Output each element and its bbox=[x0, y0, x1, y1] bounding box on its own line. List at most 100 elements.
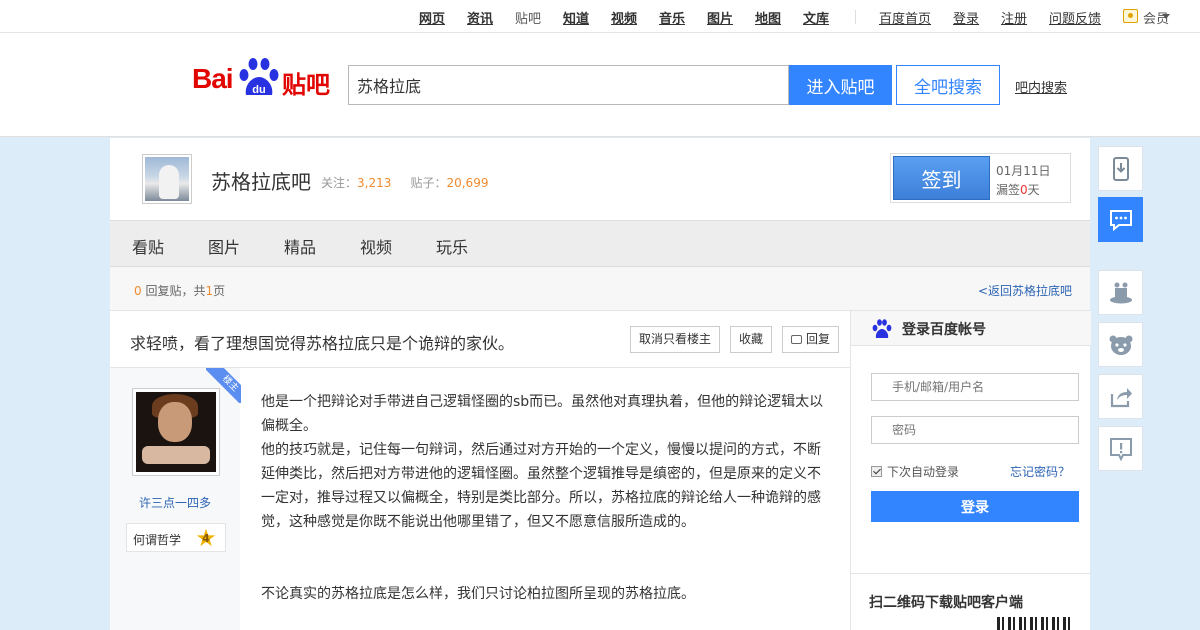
nav-baidu-home[interactable]: 百度首页 bbox=[879, 8, 931, 27]
forum-tabs: 看贴 图片 精品 视频 玩乐 bbox=[110, 220, 1090, 267]
login-sidebar: 登录百度帐号 下次自动登录 忘记密码？ 登录 扫二维码下载贴吧客户端 bbox=[850, 311, 1091, 630]
share-icon bbox=[1110, 388, 1132, 408]
auto-login-label: 下次自动登录 bbox=[887, 465, 960, 479]
post-paragraph: 不论真实的苏格拉底是怎么样，我们只讨论柏拉图所呈现的苏格拉底。 bbox=[261, 586, 695, 602]
nav-wenku[interactable]: 文库 bbox=[803, 8, 829, 27]
only-owner-button[interactable]: 取消只看楼主 bbox=[630, 326, 721, 353]
nav-login[interactable]: 登录 bbox=[953, 8, 979, 27]
nav-image[interactable]: 图片 bbox=[707, 8, 733, 27]
baidu-tieba-logo[interactable]: Bai du 贴吧 bbox=[192, 55, 332, 105]
follow-label: 关注： bbox=[321, 176, 358, 190]
download-icon bbox=[1113, 157, 1129, 181]
nav-video[interactable]: 视频 bbox=[611, 8, 637, 27]
tab-fun[interactable]: 玩乐 bbox=[436, 234, 468, 258]
posts-count: 20,699 bbox=[446, 176, 489, 190]
level-name: 何谓哲学 bbox=[133, 533, 182, 547]
search-input[interactable] bbox=[348, 65, 789, 105]
forgot-password-link[interactable]: 忘记密码？ bbox=[1010, 463, 1070, 480]
divider bbox=[851, 573, 1091, 574]
bear-icon bbox=[1109, 335, 1133, 355]
download-app-button[interactable] bbox=[1098, 146, 1143, 191]
magic-hat-icon bbox=[1110, 282, 1132, 304]
post-content: 他是一个把辩论对手带进自己逻辑怪圈的sb而已。虽然他对真理执着，但他的辩论逻辑太… bbox=[261, 390, 833, 606]
back-to-forum-link[interactable]: <返回苏格拉底吧 bbox=[978, 282, 1072, 299]
author-level-badge[interactable]: 何谓哲学 ★ 4 bbox=[126, 523, 226, 552]
chat-button[interactable] bbox=[1098, 197, 1143, 242]
sign-in-box: 签到 01月11日 漏签0天 bbox=[890, 153, 1071, 203]
report-icon bbox=[1110, 438, 1132, 462]
reply-button-label: 回复 bbox=[806, 332, 831, 346]
post-title-bar: 求轻喷，看了理想国觉得苏格拉底只是个诡辩的家伙。 取消只看楼主 收藏 回复 bbox=[110, 311, 850, 368]
chevron-down-icon[interactable] bbox=[1162, 14, 1170, 19]
nav-zhidao[interactable]: 知道 bbox=[563, 8, 589, 27]
nav-news[interactable]: 资讯 bbox=[467, 8, 493, 27]
page-count: 1 bbox=[205, 284, 214, 298]
report-button[interactable] bbox=[1098, 426, 1143, 471]
auto-login-checkbox[interactable]: 下次自动登录 bbox=[871, 463, 959, 480]
nav-divider bbox=[855, 10, 856, 24]
post-paragraph: 他的技巧就是，记住每一句辩词，然后通过对方开始的一个定义，慢慢以提问的方式，不断… bbox=[261, 442, 821, 530]
reply-mid: 回复贴，共 bbox=[145, 284, 206, 298]
username-input[interactable] bbox=[871, 373, 1079, 401]
nav-tieba[interactable]: 贴吧 bbox=[515, 8, 541, 27]
qr-title: 扫二维码下载贴吧客户端 bbox=[869, 595, 1023, 611]
miss-prefix: 漏签 bbox=[996, 183, 1021, 197]
statue-image bbox=[145, 157, 189, 201]
paw-icon bbox=[872, 319, 892, 338]
sign-date: 01月11日 bbox=[996, 164, 1051, 178]
magic-button[interactable] bbox=[1098, 270, 1143, 315]
search-in-forum-link[interactable]: 吧内搜索 bbox=[1015, 77, 1067, 96]
enter-tieba-button[interactable]: 进入贴吧 bbox=[789, 65, 892, 105]
main-content: 苏格拉底吧 关注：3,213 贴子：20,699 签到 01月11日 漏签0天 … bbox=[110, 138, 1091, 630]
owner-badge: 楼主 bbox=[206, 368, 241, 403]
checkbox-checked-icon[interactable] bbox=[871, 466, 882, 477]
author-name[interactable]: 许三点一四多 bbox=[110, 494, 240, 511]
nav-music[interactable]: 音乐 bbox=[659, 8, 685, 27]
reply-count: 0 bbox=[134, 284, 142, 298]
nav-register[interactable]: 注册 bbox=[1001, 8, 1027, 27]
sign-in-button[interactable]: 签到 bbox=[893, 156, 990, 200]
tab-featured[interactable]: 精品 bbox=[284, 234, 316, 258]
tab-images[interactable]: 图片 bbox=[208, 234, 240, 258]
post-title: 求轻喷，看了理想国觉得苏格拉底只是个诡辩的家伙。 bbox=[130, 334, 515, 353]
author-column: 许三点一四多 何谓哲学 ★ 4 bbox=[110, 368, 240, 630]
follow-count: 3,213 bbox=[357, 176, 392, 190]
nav-feedback[interactable]: 问题反馈 bbox=[1049, 8, 1101, 27]
owner-ribbon: 楼主 bbox=[206, 368, 241, 403]
reply-icon bbox=[791, 335, 802, 344]
post-paragraph: 他是一个把辩论对手带进自己逻辑怪圈的sb而已。虽然他对真理执着，但他的辩论逻辑太… bbox=[261, 394, 824, 434]
paw-icon: du bbox=[239, 58, 279, 96]
search-all-button[interactable]: 全吧搜索 bbox=[896, 65, 1000, 105]
logo-du-text: du bbox=[252, 84, 265, 96]
nav-map[interactable]: 地图 bbox=[755, 8, 781, 27]
favorite-button[interactable]: 收藏 bbox=[730, 326, 773, 353]
nav-web[interactable]: 网页 bbox=[419, 8, 445, 27]
author-photo bbox=[136, 392, 216, 472]
login-header: 登录百度帐号 bbox=[851, 311, 1091, 346]
miss-suffix: 天 bbox=[1027, 183, 1040, 197]
password-input[interactable] bbox=[871, 416, 1079, 444]
forum-avatar[interactable] bbox=[142, 154, 192, 204]
level-number: 4 bbox=[202, 532, 210, 545]
bear-button[interactable] bbox=[1098, 322, 1143, 367]
top-nav: 网页 资讯 贴吧 知道 视频 音乐 图片 地图 文库 百度首页 登录 注册 问题… bbox=[0, 0, 1200, 33]
tab-video[interactable]: 视频 bbox=[360, 234, 392, 258]
miss-days: 0 bbox=[1020, 183, 1028, 197]
share-button[interactable] bbox=[1098, 374, 1143, 419]
reply-info: 0 回复贴，共1页 bbox=[134, 282, 225, 299]
login-button[interactable]: 登录 bbox=[871, 491, 1079, 522]
qr-code-image bbox=[997, 617, 1071, 630]
forum-header: 苏格拉底吧 关注：3,213 贴子：20,699 签到 01月11日 漏签0天 bbox=[110, 138, 1090, 220]
page-suffix: 页 bbox=[213, 284, 226, 298]
reply-button[interactable]: 回复 bbox=[782, 326, 840, 353]
logo-tieba-text: 贴吧 bbox=[282, 71, 330, 99]
posts-label: 贴子： bbox=[410, 176, 447, 190]
member-icon[interactable] bbox=[1123, 9, 1138, 23]
logo-bai-text: Bai bbox=[192, 63, 234, 94]
forum-name[interactable]: 苏格拉底吧 bbox=[211, 166, 311, 195]
chat-icon bbox=[1110, 210, 1132, 232]
login-title: 登录百度帐号 bbox=[902, 322, 986, 338]
missed-days: 漏签0天 bbox=[996, 181, 1040, 198]
forum-stats: 关注：3,213 贴子：20,699 bbox=[321, 174, 488, 191]
tab-posts[interactable]: 看贴 bbox=[132, 234, 164, 258]
